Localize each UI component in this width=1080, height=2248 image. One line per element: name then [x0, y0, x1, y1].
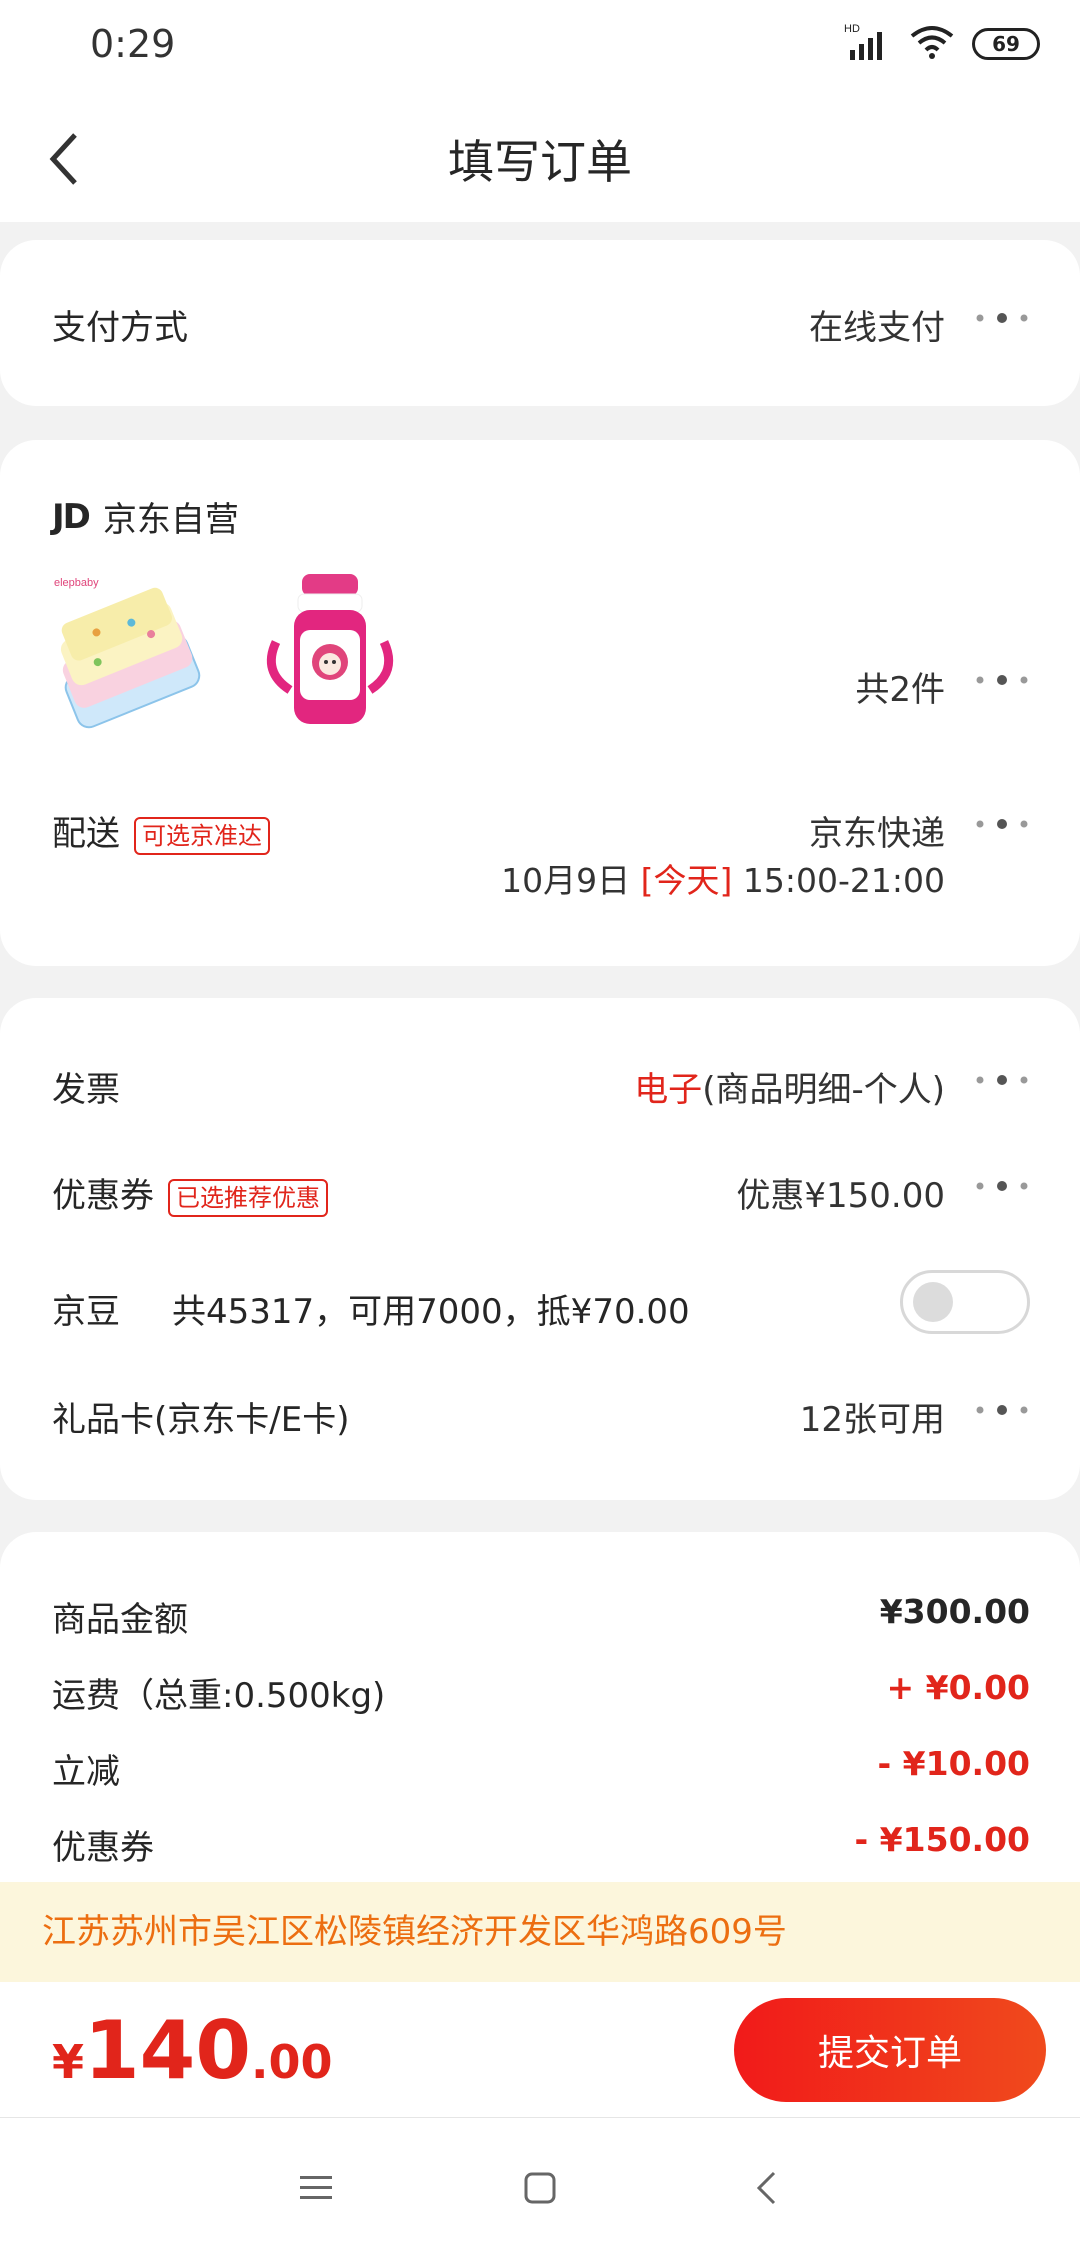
- coupon-label-row: 优惠券 已选推荐优惠: [52, 1168, 328, 1217]
- checkout-bar: ¥140.00 提交订单: [0, 1982, 1080, 2118]
- summary-card: 商品金额 ¥300.00 运费（总重:0.500kg) + ¥0.00 立减 -…: [0, 1532, 1080, 1932]
- item-count[interactable]: 共2件: [855, 662, 945, 711]
- coupon-summary-label: 优惠券: [52, 1828, 154, 1868]
- menu-button[interactable]: [286, 2158, 346, 2218]
- delivery-time-row[interactable]: 10月9日 [今天] 15:00-21:00: [501, 854, 945, 902]
- delivery-tag[interactable]: 可选京准达: [134, 816, 270, 855]
- invoice-label: 发票: [52, 1070, 120, 1110]
- jd-logo: JD: [52, 496, 91, 537]
- payment-label: 支付方式: [52, 308, 188, 348]
- shipping-value: + ¥0.00: [886, 1668, 1030, 1707]
- goods-amount-value: ¥300.00: [879, 1592, 1030, 1631]
- discount-label: 立减: [52, 1752, 120, 1792]
- more-dots-icon: [976, 675, 1028, 685]
- more-dots-icon: [976, 1075, 1028, 1085]
- chevron-left-icon: [756, 2171, 776, 2205]
- more-dots-icon: [976, 1181, 1028, 1191]
- invoice-detail: (商品明细-个人): [702, 1070, 945, 1110]
- invoice-value[interactable]: 电子(商品明细-个人): [634, 1062, 945, 1111]
- coupon-label: 优惠券: [52, 1176, 154, 1216]
- system-nav-bar: [0, 2118, 1080, 2248]
- shipping-label: 运费（总重:0.500kg): [52, 1676, 386, 1716]
- goods-amount-label: 商品金额: [52, 1600, 188, 1640]
- header: 填写订单: [0, 96, 1080, 222]
- page-title: 填写订单: [448, 135, 632, 189]
- status-icons: HD 69: [844, 22, 1040, 66]
- invoice-type: 电子: [634, 1070, 703, 1110]
- beans-label: 京豆: [52, 1292, 120, 1332]
- total-price: ¥140.00: [52, 2004, 333, 2097]
- nav-back-button[interactable]: [736, 2158, 796, 2218]
- giftcard-value[interactable]: 12张可用: [800, 1392, 945, 1441]
- home-square-icon: [524, 2172, 556, 2204]
- submit-order-button[interactable]: 提交订单: [734, 1998, 1046, 2102]
- delivery-label: 配送: [52, 814, 120, 854]
- payment-card[interactable]: 支付方式 在线支付: [0, 240, 1080, 406]
- options-card: 发票 电子(商品明细-个人) 优惠券 已选推荐优惠 优惠¥150.00 京豆 共4…: [0, 998, 1080, 1500]
- payment-value: 在线支付: [809, 308, 945, 348]
- status-time: 0:29: [90, 22, 176, 66]
- network-label: HD: [844, 23, 860, 35]
- toggle-knob: [913, 1282, 953, 1322]
- total-integer: 140: [84, 2004, 252, 2097]
- more-dots-icon: [976, 819, 1028, 829]
- delivery-label-row: 配送 可选京准达: [52, 806, 270, 855]
- delivery-today: [今天]: [640, 861, 733, 900]
- status-bar: 0:29 HD 69: [0, 0, 1080, 96]
- beans-detail: 共45317，可用7000，抵¥70.00: [172, 1292, 690, 1332]
- coupon-summary-value: - ¥150.00: [854, 1820, 1031, 1859]
- menu-icon: [300, 2176, 332, 2199]
- beans-toggle[interactable]: [900, 1270, 1030, 1334]
- signal-icon: HD: [844, 22, 892, 66]
- home-button[interactable]: [510, 2158, 570, 2218]
- delivery-date: 10月9日: [501, 861, 631, 900]
- address-bar[interactable]: 江苏苏州市吴江区松陵镇经济开发区华鸿路609号: [0, 1882, 1080, 1982]
- total-currency: ¥: [52, 2035, 85, 2089]
- discount-value: - ¥10.00: [877, 1744, 1030, 1783]
- shop-name: 京东自营: [102, 500, 239, 540]
- coupon-tag: 已选推荐优惠: [168, 1178, 328, 1217]
- product-image-bibs[interactable]: elepbaby: [50, 572, 201, 732]
- product-image-cup[interactable]: [262, 572, 402, 732]
- order-page: 0:29 HD 69 填写订单 支付方式 在线支付 JD 京东自营 elepba…: [0, 0, 1080, 2248]
- delivery-time: 15:00-21:00: [742, 861, 945, 900]
- more-dots-icon: [976, 313, 1028, 323]
- svg-text:elepbaby: elepbaby: [54, 577, 99, 589]
- more-dots-icon: [976, 1405, 1028, 1415]
- battery-icon: 69: [972, 28, 1040, 60]
- shop-card: JD 京东自营 elepbaby 共2件 配送 可选京准达 京东快递 10月9日…: [0, 440, 1080, 966]
- wifi-icon: [910, 24, 954, 64]
- delivery-carrier[interactable]: 京东快递: [809, 806, 945, 855]
- coupon-value[interactable]: 优惠¥150.00: [736, 1168, 945, 1217]
- giftcard-label: 礼品卡(京东卡/E卡): [52, 1400, 350, 1440]
- shop-header: JD 京东自营: [52, 492, 239, 541]
- total-decimal: .00: [251, 2035, 333, 2089]
